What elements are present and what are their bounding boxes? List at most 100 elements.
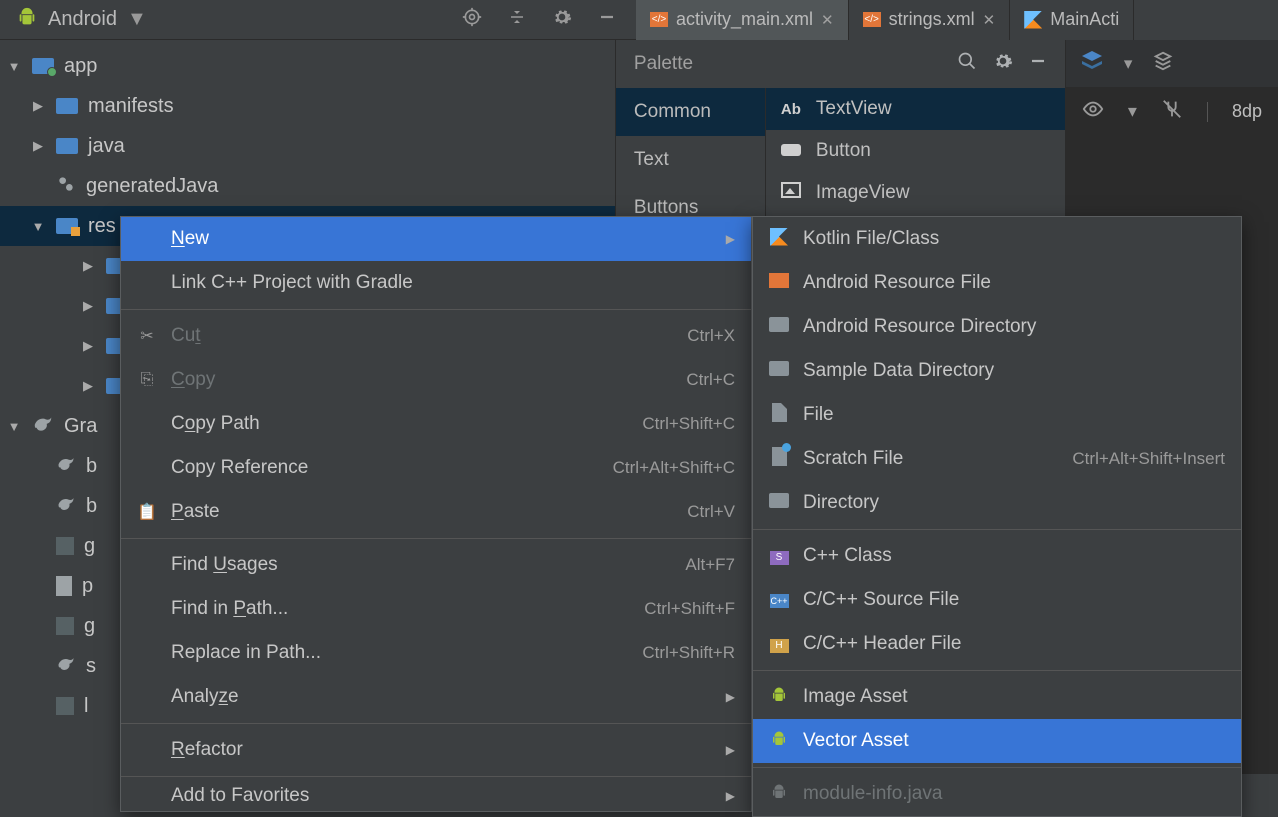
tree-label: g xyxy=(84,615,95,638)
submenu-item-resource-dir[interactable]: Android Resource Directory xyxy=(753,305,1241,349)
visibility-icon[interactable] xyxy=(1082,98,1104,125)
project-toolbar xyxy=(462,7,636,32)
collapse-icon[interactable] xyxy=(508,8,526,31)
tree-label: res xyxy=(88,215,116,238)
menu-shortcut: Ctrl+Shift+F xyxy=(644,599,735,619)
menu-separator xyxy=(121,776,751,777)
menu-item-find-usages[interactable]: Find Usages Alt+F7 xyxy=(121,543,751,587)
palette-category-text[interactable]: Text xyxy=(616,136,765,184)
xml-file-icon xyxy=(769,273,789,293)
submenu-item-file[interactable]: File xyxy=(753,393,1241,437)
menu-shortcut: Ctrl+Alt+Shift+Insert xyxy=(1072,449,1225,469)
menu-item-paste[interactable]: 📋 Paste Ctrl+V xyxy=(121,490,751,534)
submenu-item-cpp-class[interactable]: SC++ Class xyxy=(753,534,1241,578)
search-icon[interactable] xyxy=(957,51,977,76)
palette-item-button[interactable]: Button xyxy=(766,130,1065,172)
design-toolbar: ▾ xyxy=(1066,49,1278,79)
editor-tabs: </> activity_main.xml ✕ </> strings.xml … xyxy=(636,0,1278,40)
tab-activity-main[interactable]: </> activity_main.xml ✕ xyxy=(636,0,849,40)
close-icon[interactable]: ✕ xyxy=(983,11,996,29)
menu-item-new[interactable]: New ▶ xyxy=(121,217,751,261)
menu-item-refactor[interactable]: Refactor ▶ xyxy=(121,728,751,772)
android-icon xyxy=(769,730,789,753)
expand-icon[interactable]: ▶ xyxy=(80,378,96,394)
target-icon[interactable] xyxy=(462,7,482,32)
project-view-name: Android xyxy=(48,8,117,31)
blueprint-icon[interactable] xyxy=(1152,50,1174,77)
menu-item-copy-reference[interactable]: Copy Reference Ctrl+Alt+Shift+C xyxy=(121,446,751,490)
tree-label: Gra xyxy=(64,415,97,438)
menu-item-link-cpp[interactable]: Link C++ Project with Gradle xyxy=(121,261,751,305)
submenu-item-kotlin[interactable]: Kotlin File/Class xyxy=(753,217,1241,261)
gear-icon[interactable] xyxy=(993,51,1013,76)
menu-item-find-in-path[interactable]: Find in Path... Ctrl+Shift+F xyxy=(121,587,751,631)
chevron-down-icon: ▼ xyxy=(127,8,147,31)
expand-icon[interactable]: ▼ xyxy=(6,59,22,74)
menu-shortcut: Ctrl+V xyxy=(687,502,735,522)
palette-item-textview[interactable]: Ab TextView xyxy=(766,88,1065,130)
palette-category-common[interactable]: Common xyxy=(616,88,765,136)
minimize-icon[interactable] xyxy=(598,8,616,31)
expand-icon[interactable]: ▶ xyxy=(80,258,96,274)
submenu-item-module-info[interactable]: module-info.java xyxy=(753,772,1241,816)
submenu-item-sample-data[interactable]: Sample Data Directory xyxy=(753,349,1241,393)
tree-node-app[interactable]: ▼ app xyxy=(0,46,615,86)
gear-icon[interactable] xyxy=(552,7,572,32)
paste-icon: 📋 xyxy=(137,502,157,522)
expand-icon[interactable]: ▶ xyxy=(80,298,96,314)
default-margin-label[interactable]: 8dp xyxy=(1232,101,1262,122)
copy-icon: ⎘ xyxy=(137,371,157,389)
gradle-icon xyxy=(56,493,76,519)
menu-label: Analyze xyxy=(171,686,712,708)
cpp-source-icon: C++ xyxy=(769,591,789,609)
submenu-item-vector-asset[interactable]: Vector Asset xyxy=(753,719,1241,763)
tab-mainactivity[interactable]: MainActi xyxy=(1010,0,1134,40)
menu-label: Kotlin File/Class xyxy=(803,228,1225,250)
expand-icon[interactable]: ▶ xyxy=(80,338,96,354)
expand-icon[interactable]: ▶ xyxy=(30,98,46,114)
close-icon[interactable]: ✕ xyxy=(821,11,834,29)
menu-label: Android Resource Directory xyxy=(803,316,1225,338)
menu-item-add-favorites[interactable]: Add to Favorites ▶ xyxy=(121,781,751,811)
menu-item-cut[interactable]: ✂ Cut Ctrl+X xyxy=(121,314,751,358)
autoconnect-off-icon[interactable] xyxy=(1161,98,1183,125)
tab-label: MainActi xyxy=(1050,9,1119,30)
submenu-item-resource-file[interactable]: Android Resource File xyxy=(753,261,1241,305)
menu-item-copy-path[interactable]: Copy Path Ctrl+Shift+C xyxy=(121,402,751,446)
tab-strings[interactable]: </> strings.xml ✕ xyxy=(849,0,1011,40)
submenu-arrow-icon: ▶ xyxy=(726,743,735,757)
menu-label: Replace in Path... xyxy=(171,642,628,664)
project-view-selector[interactable]: Android ▼ xyxy=(16,6,147,33)
menu-item-replace-in-path[interactable]: Replace in Path... Ctrl+Shift+R xyxy=(121,631,751,675)
menu-shortcut: Ctrl+C xyxy=(686,370,735,390)
kotlin-file-icon xyxy=(1024,11,1042,29)
palette-title: Palette xyxy=(634,53,693,75)
submenu-item-image-asset[interactable]: Image Asset xyxy=(753,675,1241,719)
button-icon xyxy=(780,140,802,162)
chevron-down-icon[interactable]: ▾ xyxy=(1128,101,1137,122)
tree-node-java[interactable]: ▶ java xyxy=(0,126,615,166)
palette-item-imageview[interactable]: ImageView xyxy=(766,172,1065,214)
menu-label: Android Resource File xyxy=(803,272,1225,294)
submenu-item-cpp-source[interactable]: C++C/C++ Source File xyxy=(753,578,1241,622)
chevron-down-icon[interactable]: ▾ xyxy=(1124,54,1133,74)
kotlin-icon xyxy=(769,228,789,251)
tree-node-generatedjava[interactable]: ▶ generatedJava xyxy=(0,166,615,206)
menu-item-copy[interactable]: ⎘ Copy Ctrl+C xyxy=(121,358,751,402)
palette-item-label: ImageView xyxy=(816,182,910,204)
folder-icon xyxy=(769,361,789,381)
expand-icon[interactable]: ▼ xyxy=(30,219,46,234)
properties-file-icon xyxy=(56,697,74,715)
minimize-icon[interactable] xyxy=(1029,52,1047,75)
menu-label: Sample Data Directory xyxy=(803,360,1225,382)
design-surface-icon[interactable] xyxy=(1080,49,1104,79)
menu-item-analyze[interactable]: Analyze ▶ xyxy=(121,675,751,719)
xml-file-icon: </> xyxy=(650,12,668,27)
submenu-item-cpp-header[interactable]: HC/C++ Header File xyxy=(753,622,1241,666)
scratch-file-icon xyxy=(769,447,789,471)
tree-node-manifests[interactable]: ▶ manifests xyxy=(0,86,615,126)
expand-icon[interactable]: ▼ xyxy=(6,419,22,434)
submenu-item-directory[interactable]: Directory xyxy=(753,481,1241,525)
submenu-item-scratch[interactable]: Scratch FileCtrl+Alt+Shift+Insert xyxy=(753,437,1241,481)
expand-icon[interactable]: ▶ xyxy=(30,138,46,154)
